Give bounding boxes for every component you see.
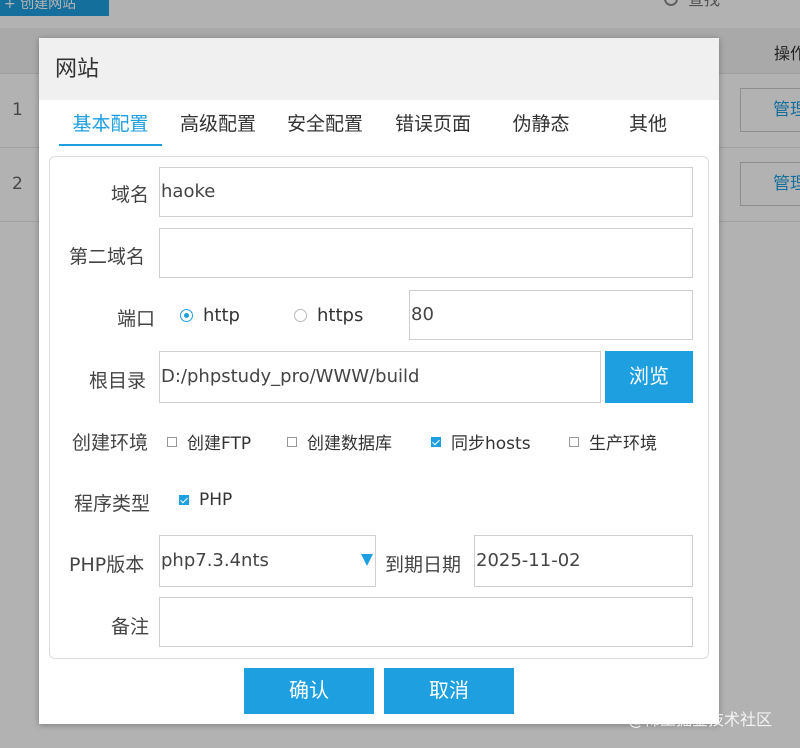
expire-date-label: 到期日期	[385, 554, 462, 576]
program-type-label: 程序类型	[74, 493, 151, 515]
tab-rewrite[interactable]: 伪静态	[490, 108, 592, 146]
tab-error-page[interactable]: 错误页面	[376, 108, 490, 146]
php-version-label: PHP版本	[69, 554, 145, 576]
sync-hosts-checkbox[interactable]: 同步hosts	[431, 429, 531, 454]
checkbox-empty-icon	[167, 436, 177, 447]
second-domain-input[interactable]	[159, 228, 693, 278]
dropdown-arrow-icon	[361, 554, 373, 566]
php-checkbox[interactable]: PHP	[179, 490, 232, 510]
tab-other[interactable]: 其他	[592, 108, 704, 146]
note-input[interactable]	[159, 597, 693, 647]
root-dir-label: 根目录	[89, 370, 147, 392]
note-label: 备注	[111, 616, 150, 638]
expire-date-input[interactable]: 2025-11-02	[474, 535, 693, 587]
tab-basic[interactable]: 基本配置	[59, 108, 162, 146]
confirm-button[interactable]: 确认	[244, 668, 374, 714]
port-input[interactable]: 80	[409, 290, 693, 340]
checkbox-checked-icon	[179, 495, 189, 505]
domain-label: 域名	[111, 184, 150, 206]
watermark: @稀土掘金技术社区	[628, 710, 773, 729]
tab-bar: 基本配置 高级配置 安全配置 错误页面 伪静态 其他	[59, 108, 704, 146]
checkbox-checked-icon	[431, 436, 441, 447]
dialog-title: 网站	[55, 57, 100, 82]
domain-input[interactable]: haoke	[159, 167, 693, 217]
browse-button[interactable]: 浏览	[605, 351, 693, 403]
create-ftp-checkbox[interactable]: 创建FTP	[167, 429, 251, 454]
tab-advanced[interactable]: 高级配置	[162, 108, 274, 146]
checkbox-empty-icon	[569, 436, 579, 447]
tab-security[interactable]: 安全配置	[274, 108, 376, 146]
root-dir-input[interactable]: D:/phpstudy_pro/WWW/build	[159, 351, 601, 403]
production-env-checkbox[interactable]: 生产环境	[569, 429, 657, 454]
protocol-http-radio[interactable]: http	[180, 305, 240, 326]
cancel-button[interactable]: 取消	[384, 668, 514, 714]
second-domain-label: 第二域名	[69, 246, 146, 268]
env-label: 创建环境	[72, 432, 149, 454]
php-version-select[interactable]: php7.3.4nts	[159, 535, 376, 587]
port-label: 端口	[117, 308, 156, 330]
checkbox-empty-icon	[287, 436, 297, 447]
radio-empty-icon	[294, 309, 307, 322]
create-db-checkbox[interactable]: 创建数据库	[287, 429, 392, 454]
protocol-https-radio[interactable]: https	[294, 305, 363, 326]
radio-selected-icon	[180, 309, 193, 322]
site-dialog: 网站 基本配置 高级配置 安全配置 错误页面 伪静态 其他 域名 haoke 第…	[39, 38, 719, 724]
dialog-header: 网站	[39, 38, 719, 100]
